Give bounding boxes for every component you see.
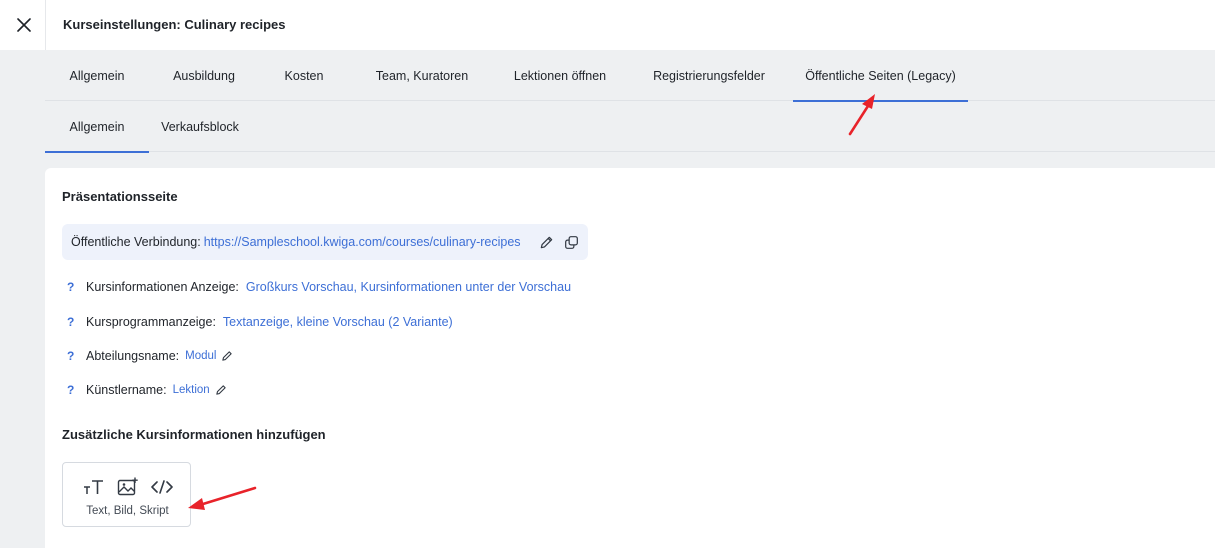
pencil-icon[interactable] [221,350,233,362]
tab-lektionen-oeffnen[interactable]: Lektionen öffnen [495,50,625,101]
pencil-icon[interactable] [215,384,227,396]
add-block-icons [83,477,173,497]
image-add-icon [117,477,139,497]
info-row-value[interactable]: Textanzeige, kleine Vorschau (2 Variante… [223,315,453,329]
info-row-label: Künstlername: [86,383,167,397]
presentation-section-title: Präsentationsseite [62,189,178,204]
content-card: Präsentationsseite Öffentliche Verbindun… [45,168,1215,548]
primary-tabs: Allgemein Ausbildung Kosten Team, Kurato… [45,50,1215,102]
public-link-box: Öffentliche Verbindung: https://Samplesc… [62,224,588,260]
tab-ausbildung[interactable]: Ausbildung [149,50,259,101]
help-icon[interactable]: ? [67,280,86,294]
add-block-label: Text, Bild, Skript [86,505,169,517]
copy-icon[interactable] [562,233,580,251]
info-row-label: Abteilungsname: [86,349,180,363]
public-link-url[interactable]: https://Sampleschool.kwiga.com/courses/c… [204,235,521,249]
info-row-abteilungsname: ? Abteilungsname: Modul [67,347,233,365]
close-button[interactable] [10,12,38,38]
text-size-icon [83,477,105,497]
tab-allgemein[interactable]: Allgemein [45,50,149,101]
code-icon [151,477,173,497]
info-row-value[interactable]: Lektion [173,384,210,396]
tab-oeffentliche-seiten[interactable]: Öffentliche Seiten (Legacy) [793,50,968,102]
help-icon[interactable]: ? [67,349,86,363]
info-row-kuenstlername: ? Künstlername: Lektion [67,381,227,399]
tab-kosten[interactable]: Kosten [259,50,349,101]
help-icon[interactable]: ? [67,315,86,329]
subtab-verkaufsblock[interactable]: Verkaufsblock [149,101,251,152]
info-row-label: Kursinformationen Anzeige: [86,280,239,294]
info-row-kursprogramm: ? Kursprogrammanzeige: Textanzeige, klei… [67,313,453,331]
info-row-value[interactable]: Modul [185,350,216,362]
subtab-allgemein[interactable]: Allgemein [45,101,149,153]
info-row-kursinformationen: ? Kursinformationen Anzeige: Großkurs Vo… [67,278,571,296]
info-row-label: Kursprogrammanzeige: [86,315,216,329]
close-icon [17,18,31,32]
additional-section-title: Zusätzliche Kursinformationen hinzufügen [62,427,326,442]
window-title: Kurseinstellungen: Culinary recipes [63,17,286,32]
secondary-tabs: Allgemein Verkaufsblock [45,101,1215,153]
tab-team-kuratoren[interactable]: Team, Kuratoren [349,50,495,101]
pencil-icon[interactable] [537,233,555,251]
tab-registrierungsfelder[interactable]: Registrierungsfelder [625,50,793,101]
help-icon[interactable]: ? [67,383,86,397]
info-row-value[interactable]: Großkurs Vorschau, Kursinformationen unt… [246,280,571,294]
top-bar: Kurseinstellungen: Culinary recipes [0,0,1215,50]
add-content-block-button[interactable]: Text, Bild, Skript [62,462,191,527]
public-link-label: Öffentliche Verbindung: [71,235,201,249]
top-bar-divider [45,0,46,50]
